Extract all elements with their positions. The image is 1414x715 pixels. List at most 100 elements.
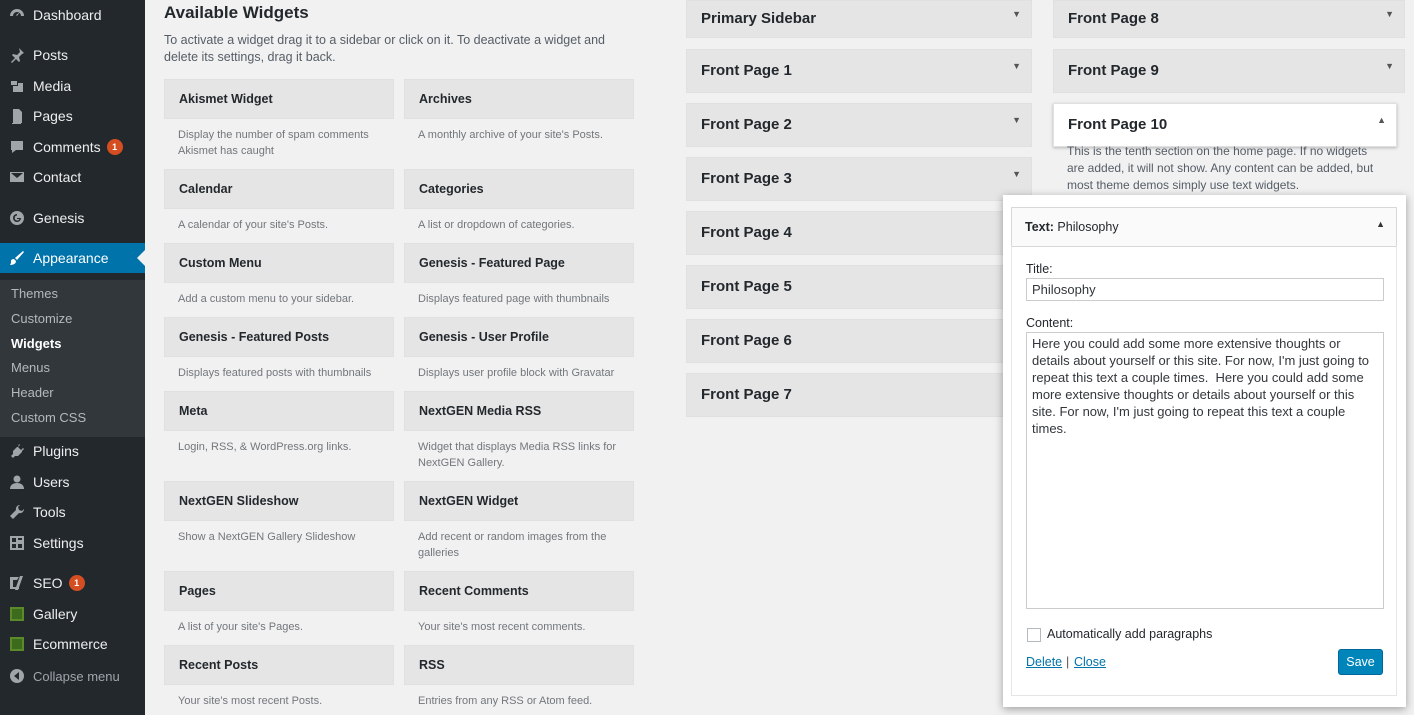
menu-seo[interactable]: SEO 1 xyxy=(0,568,145,598)
menu-label: Dashboard xyxy=(33,7,102,23)
collapse-arrow-icon[interactable]: ▲ xyxy=(1377,115,1386,125)
menu-users[interactable]: Users xyxy=(0,467,145,497)
widget-categories[interactable]: Categories xyxy=(404,169,634,209)
menu-posts[interactable]: Posts xyxy=(0,40,145,70)
sidebar-primary[interactable]: Primary Sidebar ▼ xyxy=(686,0,1032,38)
widget-description: Displays featured page with thumbnails xyxy=(418,293,610,305)
collapse-icon xyxy=(9,668,25,684)
comments-count-badge: 1 xyxy=(106,139,123,155)
sidebar-title: Front Page 3 xyxy=(701,170,792,187)
delete-link[interactable]: Delete xyxy=(1026,655,1062,669)
submenu-header[interactable]: Header xyxy=(11,385,54,400)
text-widget-header[interactable]: Text: Philosophy ▲ xyxy=(1011,207,1397,247)
widget-description: Widget that displays Media RSS links for… xyxy=(418,441,617,469)
user-icon xyxy=(9,474,25,490)
submenu-themes[interactable]: Themes xyxy=(11,286,58,301)
sidebar-front-page-10[interactable]: Front Page 10 ▲ xyxy=(1053,103,1397,147)
text-widget-body: Title: Content: Here you could add some … xyxy=(1011,246,1397,696)
menu-media[interactable]: Media xyxy=(0,71,145,101)
sidebar-front-page-3[interactable]: Front Page 3 ▼ xyxy=(686,157,1032,201)
widget-genesis-featured-posts[interactable]: Genesis - Featured Posts xyxy=(164,317,394,357)
menu-label: Collapse menu xyxy=(33,668,120,684)
sidebar-front-page-1[interactable]: Front Page 1 ▼ xyxy=(686,49,1032,93)
text-widget-panel: Text: Philosophy ▲ Title: Content: Here … xyxy=(1003,195,1406,707)
widget-pages[interactable]: Pages xyxy=(164,571,394,611)
menu-tools[interactable]: Tools xyxy=(0,497,145,527)
sidebar-front-page-8[interactable]: Front Page 8 ▼ xyxy=(1053,0,1405,38)
collapse-arrow-icon[interactable]: ▲ xyxy=(1376,219,1385,229)
menu-label: Contact xyxy=(33,169,82,185)
submenu-customize[interactable]: Customize xyxy=(11,311,72,326)
menu-plugins[interactable]: Plugins xyxy=(0,436,145,466)
content-textarea[interactable]: Here you could add some more extensive t… xyxy=(1026,332,1384,609)
menu-genesis[interactable]: Genesis xyxy=(0,203,145,233)
menu-label: Appearance xyxy=(33,250,109,266)
menu-contact[interactable]: Contact xyxy=(0,162,145,192)
submenu-menus[interactable]: Menus xyxy=(11,360,50,375)
widget-title: RSS xyxy=(419,658,445,672)
menu-pages[interactable]: Pages xyxy=(0,101,145,131)
menu-appearance[interactable]: Appearance xyxy=(0,243,145,273)
seo-icon xyxy=(9,575,25,591)
widget-title: Genesis - Featured Posts xyxy=(179,330,330,344)
save-button[interactable]: Save xyxy=(1338,649,1383,675)
sidebar-front-page-4[interactable]: Front Page 4 xyxy=(686,211,1032,255)
sidebar-front-page-5[interactable]: Front Page 5 xyxy=(686,265,1032,309)
close-link[interactable]: Close xyxy=(1074,655,1106,669)
genesis-icon xyxy=(9,210,25,226)
expand-arrow-icon[interactable]: ▼ xyxy=(1012,169,1021,179)
widget-description: A monthly archive of your site's Posts. xyxy=(418,129,603,141)
sidebar-description: This is the tenth section on the home pa… xyxy=(1067,144,1374,192)
sidebar-title: Front Page 8 xyxy=(1068,10,1159,27)
menu-comments[interactable]: Comments 1 xyxy=(0,132,145,162)
submenu-custom-css[interactable]: Custom CSS xyxy=(11,410,86,425)
widget-description: Displays user profile block with Gravata… xyxy=(418,367,615,379)
mail-icon xyxy=(9,169,25,185)
widget-rss[interactable]: RSS xyxy=(404,645,634,685)
sidebar-front-page-7[interactable]: Front Page 7 xyxy=(686,373,1032,417)
widget-recent-comments[interactable]: Recent Comments xyxy=(404,571,634,611)
auto-paragraphs-label: Automatically add paragraphs xyxy=(1047,627,1213,641)
widget-genesis-user-profile[interactable]: Genesis - User Profile xyxy=(404,317,634,357)
expand-arrow-icon[interactable]: ▼ xyxy=(1385,9,1394,19)
widget-nextgen-widget[interactable]: NextGEN Widget xyxy=(404,481,634,521)
widget-description: Your site's most recent Posts. xyxy=(178,695,323,707)
widget-title: Custom Menu xyxy=(179,256,262,270)
page-icon xyxy=(9,108,25,124)
widget-nextgen-slideshow[interactable]: NextGEN Slideshow xyxy=(164,481,394,521)
widget-genesis-featured-page[interactable]: Genesis - Featured Page xyxy=(404,243,634,283)
widget-akismet[interactable]: Akismet Widget xyxy=(164,79,394,119)
widget-recent-posts[interactable]: Recent Posts xyxy=(164,645,394,685)
title-input[interactable] xyxy=(1026,278,1384,301)
sidebar-front-page-6[interactable]: Front Page 6 xyxy=(686,319,1032,363)
widget-calendar[interactable]: Calendar xyxy=(164,169,394,209)
sidebar-title: Primary Sidebar xyxy=(701,10,817,27)
sidebar-front-page-9[interactable]: Front Page 9 ▼ xyxy=(1053,49,1405,93)
widget-meta[interactable]: Meta xyxy=(164,391,394,431)
sidebar-title: Front Page 5 xyxy=(701,278,792,295)
submenu-widgets[interactable]: Widgets xyxy=(11,336,61,351)
auto-paragraphs-checkbox[interactable] xyxy=(1027,628,1041,642)
widget-archives[interactable]: Archives xyxy=(404,79,634,119)
sidebar-title: Front Page 7 xyxy=(701,386,792,403)
widget-custom-menu[interactable]: Custom Menu xyxy=(164,243,394,283)
menu-collapse[interactable]: Collapse menu xyxy=(0,661,145,691)
appearance-submenu: Themes Customize Widgets Menus Header Cu… xyxy=(0,280,145,437)
wrench-icon xyxy=(9,504,25,520)
media-icon xyxy=(9,78,25,94)
expand-arrow-icon[interactable]: ▼ xyxy=(1012,115,1021,125)
menu-ecommerce[interactable]: Ecommerce xyxy=(0,629,145,659)
link-separator: | xyxy=(1066,655,1070,669)
expand-arrow-icon[interactable]: ▼ xyxy=(1012,61,1021,71)
sidebar-front-page-2[interactable]: Front Page 2 ▼ xyxy=(686,103,1032,147)
widget-title: Genesis - User Profile xyxy=(419,330,549,344)
menu-label: SEO xyxy=(33,575,63,591)
plug-icon xyxy=(9,443,25,459)
expand-arrow-icon[interactable]: ▼ xyxy=(1012,9,1021,19)
menu-gallery[interactable]: Gallery xyxy=(0,599,145,629)
menu-dashboard[interactable]: Dashboard xyxy=(0,0,145,30)
menu-settings[interactable]: Settings xyxy=(0,528,145,558)
expand-arrow-icon[interactable]: ▼ xyxy=(1385,61,1394,71)
widget-nextgen-media-rss[interactable]: NextGEN Media RSS xyxy=(404,391,634,431)
sidebar-title: Front Page 9 xyxy=(1068,62,1159,79)
